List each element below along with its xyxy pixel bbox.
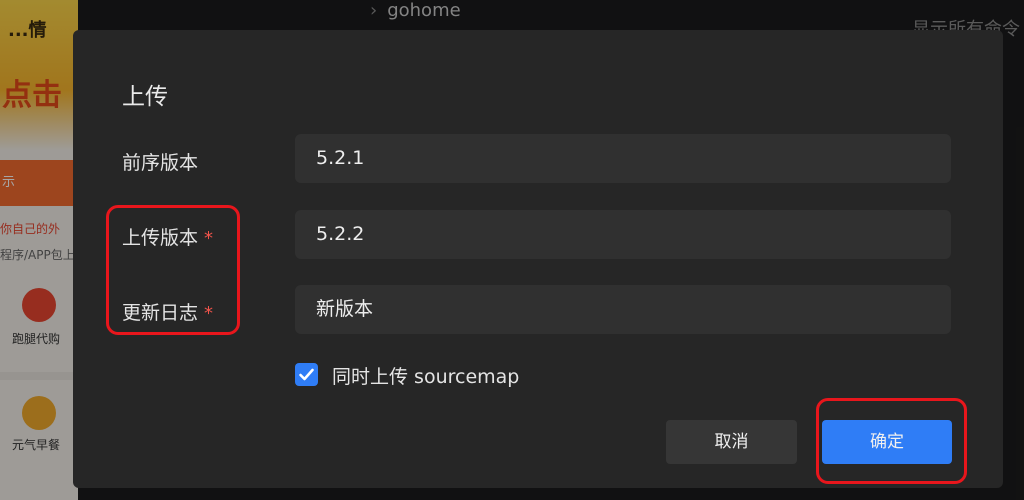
field-label-previous-version: 前序版本 [122,148,198,175]
previous-version-input[interactable]: 5.2.1 [295,134,951,183]
dialog-title: 上传 [122,84,168,110]
required-fields-highlight [106,205,240,335]
cancel-button[interactable]: 取消 [666,420,797,464]
sourcemap-checkbox-label[interactable]: 同时上传 sourcemap [332,362,519,389]
label-text: 前序版本 [122,152,199,174]
checkmark-icon [299,368,314,381]
confirm-button-highlight [816,398,967,484]
changelog-input[interactable]: 新版本 [295,285,951,334]
upload-version-input[interactable]: 5.2.2 [295,210,951,259]
sourcemap-checkbox[interactable] [295,363,318,386]
